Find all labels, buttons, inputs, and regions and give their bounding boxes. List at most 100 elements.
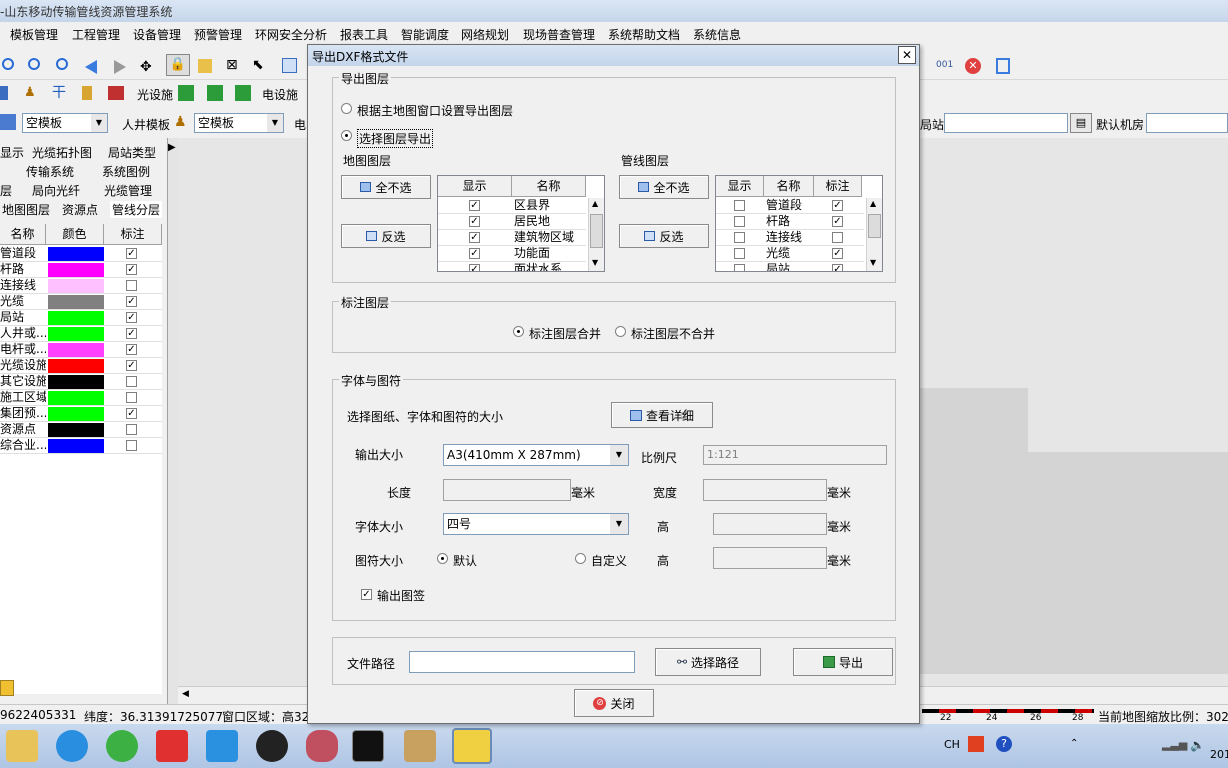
layer-color-swatch[interactable]: [48, 439, 104, 453]
menu-report[interactable]: 报表工具: [340, 26, 388, 43]
stop-icon[interactable]: ✕: [965, 58, 981, 74]
pipe-mark-checkbox[interactable]: ✓: [832, 200, 843, 211]
scroll-up-icon[interactable]: ▲: [870, 199, 876, 208]
scroll-down-icon[interactable]: ▼: [870, 258, 876, 267]
lock-icon[interactable]: 🔒: [166, 54, 190, 76]
manhole-template-select[interactable]: 空模板 ▼: [194, 113, 284, 133]
layer-mark-checkbox[interactable]: ✓: [126, 312, 137, 323]
layer-color-swatch[interactable]: [48, 279, 104, 293]
menu-ring-analysis[interactable]: 环网安全分析: [255, 26, 327, 43]
forward-arrow-icon[interactable]: [114, 60, 126, 74]
pipe-grid-scrollbar[interactable]: ▲ ▼: [866, 198, 882, 271]
explorer-icon[interactable]: [6, 730, 38, 762]
radio-no-merge[interactable]: [615, 326, 626, 337]
view-detail-button[interactable]: 查看详细: [611, 402, 713, 428]
edit-icon[interactable]: [198, 59, 212, 73]
layers-icon[interactable]: [0, 86, 8, 100]
table-row[interactable]: 其它设施: [0, 374, 162, 390]
scroll-down-icon[interactable]: ▼: [592, 258, 598, 267]
table-row[interactable]: 连接线: [716, 230, 864, 246]
map-invert-button[interactable]: 反选: [341, 224, 431, 248]
pipe-show-checkbox[interactable]: [734, 264, 745, 271]
zoom-in-icon[interactable]: [2, 58, 14, 70]
clear-icon[interactable]: ⊠: [226, 58, 242, 74]
exit-icon[interactable]: [996, 58, 1010, 74]
radio-main-window-label[interactable]: 根据主地图窗口设置导出图层: [357, 102, 513, 119]
radio-merge-label[interactable]: 标注图层合并: [529, 325, 601, 342]
pipe-mark-checkbox[interactable]: ✓: [832, 216, 843, 227]
layer-color-swatch[interactable]: [48, 407, 104, 421]
table-icon[interactable]: [282, 58, 297, 73]
table-row[interactable]: 集团预... ✓: [0, 406, 162, 422]
table-row[interactable]: 局站 ✓: [0, 310, 162, 326]
table-row[interactable]: 光缆设施 ✓: [0, 358, 162, 374]
scroll-thumb[interactable]: [590, 214, 603, 248]
excel-export-icon[interactable]: [207, 85, 223, 101]
radio-select-layers-label[interactable]: 选择图层导出: [357, 129, 434, 148]
table-row[interactable]: 连接线: [0, 278, 162, 294]
table-row[interactable]: ✓ 居民地: [438, 214, 586, 230]
table-row[interactable]: 光缆 ✓: [0, 294, 162, 310]
cmd-icon[interactable]: [352, 730, 384, 762]
radio-select-layers[interactable]: [341, 130, 352, 141]
choose-path-button[interactable]: ⚯ 选择路径: [655, 648, 761, 676]
pdf-export-icon[interactable]: [178, 85, 194, 101]
map-select-none-button[interactable]: 全不选: [341, 175, 431, 199]
layer-color-swatch[interactable]: [48, 375, 104, 389]
package-icon[interactable]: [404, 730, 436, 762]
map-show-checkbox[interactable]: ✓: [469, 232, 480, 243]
menu-project[interactable]: 工程管理: [72, 26, 120, 43]
file-path-input[interactable]: [409, 651, 635, 673]
active-app-icon[interactable]: [452, 728, 492, 764]
map-grid-scrollbar[interactable]: ▲ ▼: [588, 198, 604, 271]
table-row[interactable]: 局站 ✓: [716, 262, 864, 271]
app-g-icon[interactable]: [156, 730, 188, 762]
table-row[interactable]: 管道段 ✓: [0, 246, 162, 262]
tab-station-type[interactable]: 局站类型: [108, 144, 156, 161]
close-button[interactable]: ⊘ 关闭: [574, 689, 654, 717]
map-show-checkbox[interactable]: ✓: [469, 248, 480, 259]
map-show-checkbox[interactable]: ✓: [469, 216, 480, 227]
pipe-select-none-button[interactable]: 全不选: [619, 175, 709, 199]
tab-pipe-layers[interactable]: 管线分层: [110, 201, 163, 218]
menu-survey[interactable]: 现场普查管理: [523, 26, 595, 43]
template-select[interactable]: 空模板 ▼: [22, 113, 108, 133]
menu-planning[interactable]: 网络规划: [461, 26, 509, 43]
pipe-show-checkbox[interactable]: [734, 216, 745, 227]
room-input[interactable]: [1146, 113, 1228, 133]
station-input[interactable]: [944, 113, 1068, 133]
table-row[interactable]: 杆路 ✓: [716, 214, 864, 230]
collapse-arrow-icon[interactable]: ▶: [168, 142, 176, 153]
tab-display[interactable]: 显示: [0, 144, 24, 161]
layer-mark-checkbox[interactable]: ✓: [126, 264, 137, 275]
tab-transmission[interactable]: 传输系统: [26, 163, 74, 180]
panel-splitter[interactable]: ▶: [168, 138, 178, 704]
layer-color-swatch[interactable]: [48, 263, 104, 277]
pipe-mark-checkbox[interactable]: ✓: [832, 248, 843, 259]
table-row[interactable]: 综合业...: [0, 438, 162, 454]
pipe-mark-checkbox[interactable]: ✓: [832, 264, 843, 271]
counter-icon[interactable]: 001: [936, 60, 953, 76]
radio-symbol-custom[interactable]: [575, 553, 586, 564]
menu-template[interactable]: 模板管理: [10, 26, 58, 43]
template-icon[interactable]: [0, 114, 16, 130]
pan-icon[interactable]: ✥: [140, 60, 156, 76]
output-sign-checkbox[interactable]: ✓: [361, 589, 372, 600]
tab-cable-mgmt[interactable]: 光缆管理: [104, 182, 152, 199]
table-row[interactable]: 光缆 ✓: [716, 246, 864, 262]
export-button[interactable]: 导出: [793, 648, 893, 676]
qq-icon[interactable]: [256, 730, 288, 762]
search-icon[interactable]: ▤: [1070, 113, 1092, 133]
scroll-left-icon[interactable]: ◀: [182, 689, 189, 699]
tab-fiber[interactable]: 局向光纤: [32, 182, 80, 199]
table-row[interactable]: 人井或... ✓: [0, 326, 162, 342]
zoom-out-icon[interactable]: [28, 58, 40, 70]
tab-legend[interactable]: 系统图例: [102, 163, 150, 180]
table-row[interactable]: ✓ 功能面: [438, 246, 586, 262]
scroll-up-icon[interactable]: ▲: [592, 199, 598, 208]
database-icon[interactable]: [306, 730, 338, 762]
layer-color-swatch[interactable]: [48, 311, 104, 325]
table-row[interactable]: ✓ 区县界: [438, 198, 586, 214]
pole-icon[interactable]: 干: [52, 86, 68, 102]
manhole-icon[interactable]: ♟: [174, 114, 190, 130]
